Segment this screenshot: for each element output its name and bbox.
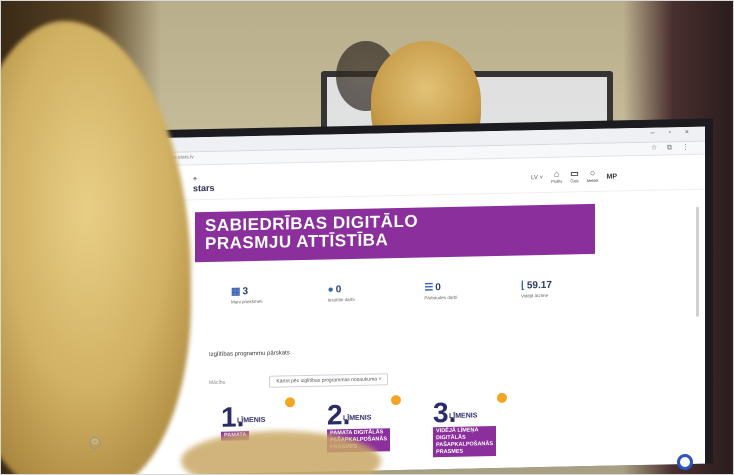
- filter-row: Mācību Kārtot pēc izglītības programmas …: [209, 373, 389, 389]
- search-icon: ○: [589, 167, 596, 179]
- chart-icon: ⌊: [520, 280, 525, 292]
- user-avatar[interactable]: MP: [607, 173, 618, 180]
- logo-text: stars: [193, 182, 215, 194]
- chat-icon: ▭: [570, 168, 579, 179]
- stat-tests[interactable]: ☰ 0 Pārbaudes darbi: [424, 281, 514, 301]
- stat-average[interactable]: ⌊ 59.17 Vidējā atzīme: [521, 279, 611, 299]
- stat-submitted[interactable]: ● 0 Iesūtītie darbi: [327, 283, 418, 303]
- stars-logo[interactable]: ♣ stars: [193, 175, 215, 193]
- header-actions: LV ˅ ⌂ Profils ▭ Čats ○ Meklēt MP: [531, 168, 617, 186]
- stat-average-value: 59.17: [526, 279, 552, 292]
- stats-row: ▦ 3 Mani priekšmeti ● 0 Iesūtītie darbi ☰ 0…: [231, 279, 611, 305]
- stat-subjects[interactable]: ▦ 3 Mani priekšmeti: [231, 285, 321, 305]
- profile-button[interactable]: ⌂ Profils: [551, 168, 563, 186]
- stat-submitted-label: Iesūtītie darbi: [327, 296, 355, 303]
- sort-select[interactable]: Kārtot pēc izglītības programmas nosauku…: [269, 373, 389, 388]
- monitor: • + – ▫ × sabiedribas.stars.lv ☆ ⧉ ⋮ ♣ s…: [113, 118, 713, 474]
- stat-tests-label: Pārbaudes darbi: [424, 294, 458, 301]
- search-button[interactable]: ○ Meklēt: [586, 167, 599, 185]
- list-icon: ☰: [424, 282, 434, 294]
- stat-submitted-value: 0: [335, 284, 342, 296]
- users-icon: ●: [327, 284, 334, 296]
- stat-subjects-label: Mani priekšmeti: [231, 298, 263, 305]
- filter-label: Mācību: [209, 379, 226, 386]
- browser-toolbar-icons[interactable]: ☆ ⧉ ⋮: [651, 143, 693, 153]
- help-fab-icon[interactable]: [677, 454, 693, 470]
- card-tag-line: PRASMES: [436, 448, 464, 456]
- page-scrollbar[interactable]: [696, 206, 699, 317]
- course-banner: SABIEDRĪBAS DIGITĀLO PRASMJU ATTĪSTĪBA: [195, 203, 595, 263]
- grid-icon: ▦: [231, 286, 241, 298]
- card-level-label: LĪMENIS: [343, 414, 372, 423]
- card-level-label: LĪMENIS: [237, 416, 266, 425]
- photo: • + – ▫ × sabiedribas.stars.lv ☆ ⧉ ⋮ ♣ s…: [0, 0, 734, 475]
- stat-average-label: Vidējā atzīme: [520, 292, 549, 299]
- chat-label: Čats: [570, 178, 579, 184]
- stat-subjects-value: 3: [242, 286, 249, 298]
- window-controls[interactable]: – ▫ ×: [651, 129, 695, 137]
- profile-label: Profils: [551, 178, 563, 184]
- profile-icon: ⌂: [553, 168, 560, 179]
- search-label: Meklēt: [586, 177, 599, 184]
- stat-tests-value: 0: [435, 282, 441, 294]
- card-level-label: LĪMENIS: [449, 412, 478, 420]
- monitor-screen: • + – ▫ × sabiedribas.stars.lv ☆ ⧉ ⋮ ♣ s…: [121, 126, 705, 474]
- card-tag: VIDĒJĀ LĪMEŅA DIGITĀLĀS PAŠAPKALPOŠANĀS …: [433, 425, 497, 458]
- power-icon: ⏻: [89, 437, 101, 449]
- card-tag-line: PAŠAPKALPOŠANĀS: [436, 441, 494, 449]
- language-selector[interactable]: LV ˅: [531, 175, 543, 181]
- programs-overview-title: Izglītības programmu pārskats: [209, 350, 290, 358]
- chat-button[interactable]: ▭ Čats: [570, 168, 579, 185]
- program-card-level-3[interactable]: 3. LĪMENIS VIDĒJĀ LĪMEŅA DIGITĀLĀS PAŠAP…: [433, 392, 511, 473]
